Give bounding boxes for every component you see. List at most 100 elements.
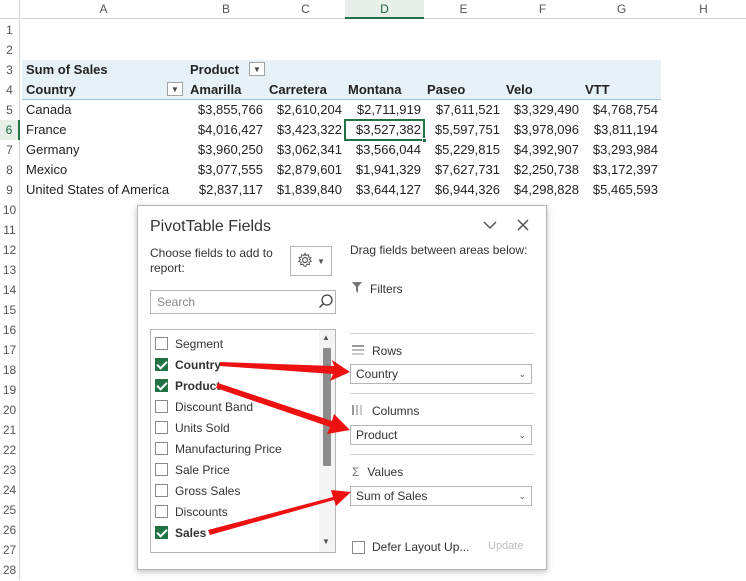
country-cell-france[interactable]: France	[26, 120, 186, 140]
value-cell[interactable]: $3,172,397	[582, 160, 661, 180]
value-cell[interactable]: $2,610,204	[266, 100, 345, 120]
checkbox[interactable]	[155, 442, 168, 455]
value-cell[interactable]: $7,627,731	[424, 160, 503, 180]
column-header-h[interactable]: H	[661, 0, 746, 19]
column-header-b[interactable]: B	[186, 0, 266, 19]
value-cell[interactable]: $2,711,919	[345, 100, 424, 120]
scroll-thumb[interactable]	[323, 348, 331, 466]
field-item-gross-sales[interactable]: Gross Sales	[155, 480, 240, 501]
field-item-sales[interactable]: Sales	[155, 522, 206, 543]
column-header-c[interactable]: C	[266, 0, 345, 19]
value-cell[interactable]: $2,250,738	[503, 160, 582, 180]
country-filter-dropdown-icon[interactable]: ▼	[167, 82, 183, 96]
row-header-4[interactable]: 4	[0, 80, 20, 100]
field-item-discount-band[interactable]: Discount Band	[155, 396, 253, 417]
row-header-25[interactable]: 25	[0, 500, 20, 520]
pivot-sum-label[interactable]: Sum of Sales	[26, 60, 181, 80]
search-icon[interactable]	[318, 293, 542, 314]
row-header-14[interactable]: 14	[0, 280, 20, 300]
row-header-18[interactable]: 18	[0, 360, 20, 380]
value-cell[interactable]: $4,768,754	[582, 100, 661, 120]
row-header-16[interactable]: 16	[0, 320, 20, 340]
row-header-2[interactable]: 2	[0, 40, 20, 60]
country-cell-germany[interactable]: Germany	[26, 140, 186, 160]
chevron-down-icon[interactable]: ⌄	[518, 430, 526, 441]
pivot-country-label[interactable]: Country	[26, 80, 166, 100]
row-header-17[interactable]: 17	[0, 340, 20, 360]
row-header-22[interactable]: 22	[0, 440, 20, 460]
scroll-up-icon[interactable]: ▲	[322, 333, 330, 342]
row-header-9[interactable]: 9	[0, 180, 20, 200]
values-field-sum-of-sales[interactable]: Sum of Sales ⌄	[350, 486, 532, 506]
row-header-10[interactable]: 10	[0, 200, 20, 220]
checkbox[interactable]	[352, 540, 365, 554]
column-header-f[interactable]: F	[503, 0, 582, 19]
value-cell[interactable]: $3,960,250	[186, 140, 266, 160]
checkbox-checked[interactable]	[155, 358, 168, 371]
value-cell[interactable]: $1,839,840	[266, 180, 345, 200]
field-item-product[interactable]: Product	[155, 375, 220, 396]
checkbox[interactable]	[155, 337, 168, 350]
update-button[interactable]: Update	[488, 540, 523, 552]
field-item-sale-price[interactable]: Sale Price	[155, 459, 230, 480]
value-cell[interactable]: $4,392,907	[503, 140, 582, 160]
row-header-28[interactable]: 28	[0, 560, 20, 580]
close-icon[interactable]	[516, 218, 530, 237]
row-header-8[interactable]: 8	[0, 160, 20, 180]
value-cell[interactable]: $3,062,341	[266, 140, 345, 160]
value-cell[interactable]: $4,298,828	[503, 180, 582, 200]
row-header-13[interactable]: 13	[0, 260, 20, 280]
checkbox[interactable]	[155, 421, 168, 434]
field-list[interactable]: Segment Country Product Discount Band Un…	[150, 329, 336, 553]
chevron-down-icon[interactable]: ⌄	[518, 491, 526, 502]
column-header-g[interactable]: G	[582, 0, 661, 19]
value-cell[interactable]: $5,465,593	[582, 180, 661, 200]
product-header-amarilla[interactable]: Amarilla	[190, 80, 265, 100]
row-header-23[interactable]: 23	[0, 460, 20, 480]
value-cell[interactable]: $3,293,984	[582, 140, 661, 160]
checkbox[interactable]	[155, 400, 168, 413]
field-item-units-sold[interactable]: Units Sold	[155, 417, 230, 438]
field-item-manufacturing-price[interactable]: Manufacturing Price	[155, 438, 282, 459]
value-cell[interactable]: $3,855,766	[186, 100, 266, 120]
checkbox[interactable]	[155, 484, 168, 497]
value-cell[interactable]: $7,611,521	[424, 100, 503, 120]
value-cell[interactable]: $3,329,490	[503, 100, 582, 120]
checkbox-checked[interactable]	[155, 526, 168, 539]
row-header-11[interactable]: 11	[0, 220, 20, 240]
column-header-d[interactable]: D	[345, 0, 424, 19]
country-cell-canada[interactable]: Canada	[26, 100, 186, 120]
row-header-19[interactable]: 19	[0, 380, 20, 400]
defer-layout-update[interactable]: Defer Layout Up...	[352, 540, 469, 554]
product-header-carretera[interactable]: Carretera	[269, 80, 344, 100]
pivot-product-label[interactable]: Product	[190, 60, 250, 80]
value-cell[interactable]: $5,597,751	[424, 120, 503, 140]
value-cell[interactable]: $3,566,044	[345, 140, 424, 160]
row-header-15[interactable]: 15	[0, 300, 20, 320]
value-cell[interactable]: $3,978,096	[503, 120, 582, 140]
checkbox[interactable]	[155, 463, 168, 476]
value-cell[interactable]: $3,811,194	[582, 120, 661, 140]
product-header-montana[interactable]: Montana	[348, 80, 423, 100]
value-cell[interactable]: $3,077,555	[186, 160, 266, 180]
row-header-27[interactable]: 27	[0, 540, 20, 560]
select-all-corner[interactable]	[0, 0, 20, 19]
value-cell[interactable]: $1,941,329	[345, 160, 424, 180]
value-cell[interactable]: $6,944,326	[424, 180, 503, 200]
product-filter-dropdown-icon[interactable]: ▼	[249, 62, 265, 76]
country-cell-mexico[interactable]: Mexico	[26, 160, 186, 180]
fill-handle[interactable]	[422, 138, 427, 143]
row-header-6[interactable]: 6	[0, 120, 20, 140]
row-header-20[interactable]: 20	[0, 400, 20, 420]
row-header-5[interactable]: 5	[0, 100, 20, 120]
row-header-24[interactable]: 24	[0, 480, 20, 500]
field-item-discounts[interactable]: Discounts	[155, 501, 228, 522]
column-header-a[interactable]: A	[21, 0, 186, 19]
product-header-velo[interactable]: Velo	[506, 80, 581, 100]
value-cell[interactable]: $4,016,427	[186, 120, 266, 140]
checkbox[interactable]	[155, 505, 168, 518]
field-item-segment[interactable]: Segment	[155, 333, 223, 354]
field-list-scrollbar[interactable]: ▲ ▼	[319, 330, 335, 552]
column-header-e[interactable]: E	[424, 0, 503, 19]
value-cell[interactable]: $3,644,127	[345, 180, 424, 200]
